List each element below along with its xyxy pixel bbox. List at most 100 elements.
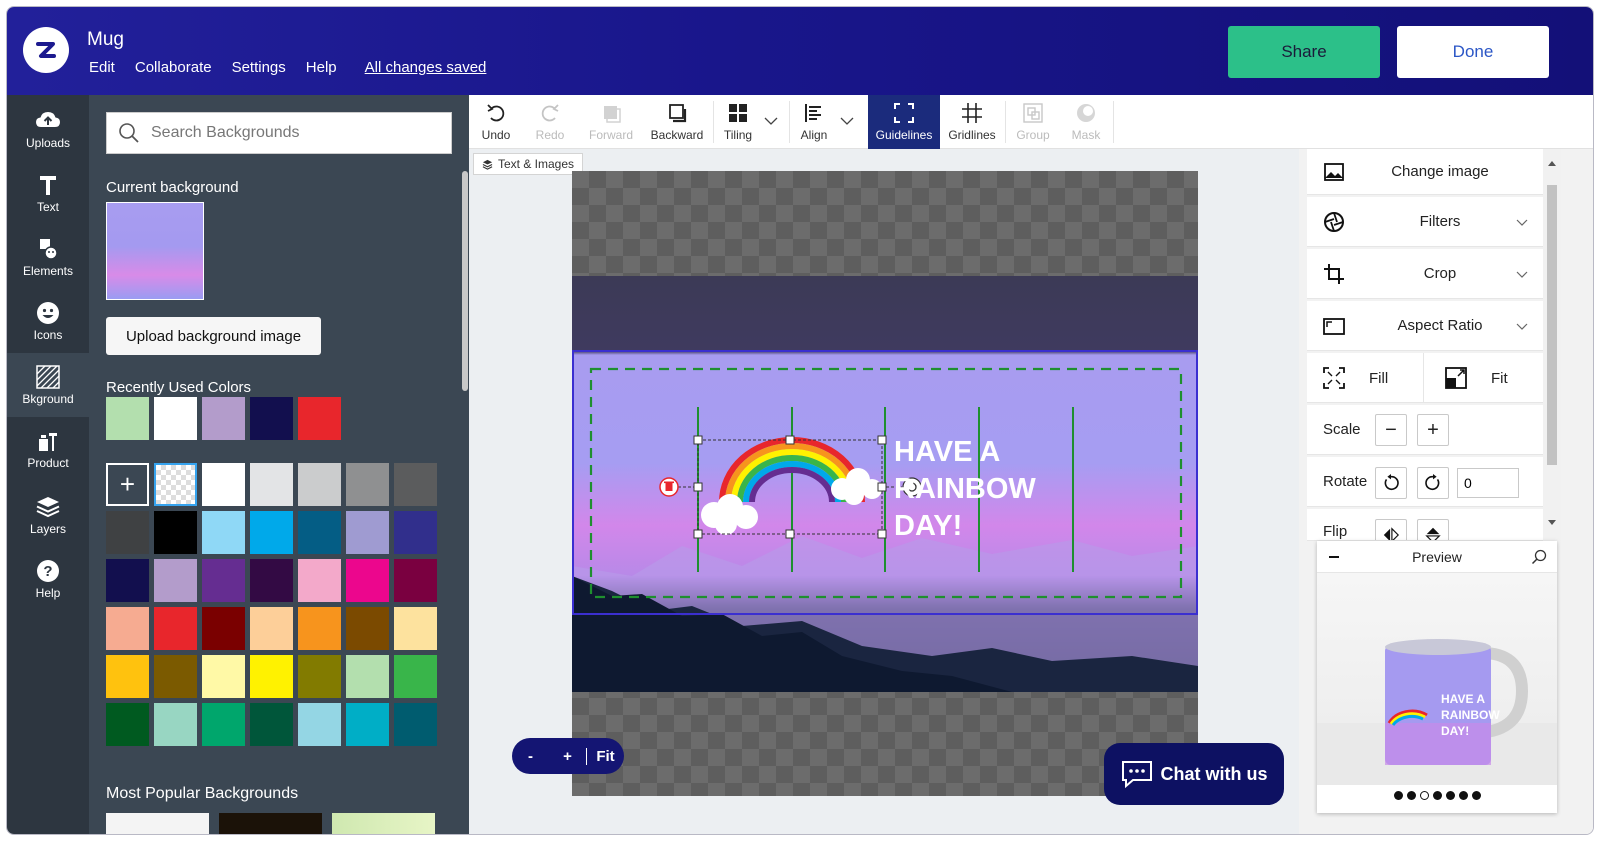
preview-dot[interactable] [1471,791,1481,800]
preview-dot[interactable] [1419,791,1429,800]
menu-help[interactable]: Help [306,59,337,76]
fill-button[interactable]: Fill [1307,353,1424,403]
chat-with-us-button[interactable]: Chat with us [1104,743,1284,805]
scroll-up-arrow-icon[interactable] [1543,157,1561,169]
palette-color-swatch[interactable] [154,655,197,698]
palette-color-swatch[interactable] [154,607,197,650]
palette-color-swatch[interactable] [298,655,341,698]
nav-uploads[interactable]: Uploads [7,97,89,161]
mask-button[interactable]: Mask [1061,95,1111,149]
palette-color-swatch[interactable] [106,655,149,698]
popular-background-thumb[interactable] [219,813,322,834]
preview-dot[interactable] [1406,791,1416,800]
delete-handle-icon[interactable] [659,477,679,497]
panel-scrollbar[interactable] [462,171,468,391]
palette-color-swatch[interactable] [106,559,149,602]
palette-color-swatch[interactable] [346,559,389,602]
scrollbar-thumb[interactable] [1547,185,1557,465]
palette-color-swatch[interactable] [202,655,245,698]
palette-color-swatch[interactable] [346,655,389,698]
search-backgrounds-input[interactable] [151,124,441,142]
filters-row[interactable]: Filters [1307,197,1543,247]
preview-dot[interactable] [1458,791,1468,800]
nav-help[interactable]: ? Help [7,547,89,611]
palette-color-swatch[interactable] [346,511,389,554]
crop-row[interactable]: Crop [1307,249,1543,299]
nav-background[interactable]: Bkground [7,353,89,417]
palette-color-swatch[interactable] [298,607,341,650]
change-image-row[interactable]: Change image [1307,149,1543,195]
preview-dot[interactable] [1432,791,1442,800]
zoom-icon[interactable] [1531,549,1547,565]
nav-text[interactable]: Text [7,161,89,225]
rotate-right-button[interactable] [1417,467,1449,499]
recent-color-swatch[interactable] [298,397,341,440]
palette-color-swatch[interactable] [250,607,293,650]
menu-edit[interactable]: Edit [89,59,115,76]
nav-elements[interactable]: Elements [7,225,89,289]
document-title[interactable]: Mug [87,29,124,51]
palette-color-swatch[interactable] [346,463,389,506]
popular-background-thumb[interactable] [106,813,209,834]
recent-color-swatch[interactable] [106,397,149,440]
palette-color-swatch[interactable] [106,607,149,650]
palette-color-swatch[interactable] [298,559,341,602]
scroll-down-arrow-icon[interactable] [1543,517,1561,529]
palette-color-swatch[interactable] [250,655,293,698]
guidelines-button[interactable]: Guidelines [868,95,940,149]
add-color-button[interactable]: + [106,463,149,506]
scale-minus-button[interactable]: − [1375,414,1407,446]
done-button[interactable]: Done [1397,26,1549,78]
upload-background-button[interactable]: Upload background image [106,317,321,355]
palette-color-swatch[interactable] [250,559,293,602]
tiling-dropdown-chevron-icon[interactable] [763,113,779,129]
palette-color-swatch[interactable] [106,511,149,554]
palette-color-swatch[interactable] [394,703,437,746]
menu-collaborate[interactable]: Collaborate [135,59,212,76]
zoom-in-button[interactable]: + [549,748,586,765]
nav-product[interactable]: Product [7,417,89,481]
tiling-button[interactable]: Tiling [715,95,761,149]
palette-color-swatch[interactable] [202,511,245,554]
zoom-fit-button[interactable]: Fit [586,747,624,765]
save-status-link[interactable]: All changes saved [365,59,487,76]
rotate-angle-input[interactable] [1457,468,1519,498]
bring-forward-button[interactable]: Forward [581,95,641,149]
collapse-minus-icon[interactable] [1327,550,1341,564]
undo-button[interactable]: Undo [469,95,523,149]
palette-color-swatch[interactable] [154,511,197,554]
palette-color-swatch[interactable] [202,703,245,746]
palette-color-swatch[interactable] [106,703,149,746]
nav-layers[interactable]: Layers [7,483,89,547]
mug-preview-image[interactable]: HAVE A RAINBOW DAY! [1317,573,1557,785]
palette-color-swatch[interactable] [298,511,341,554]
properties-scrollbar[interactable] [1543,149,1561,541]
aspect-ratio-row[interactable]: Aspect Ratio [1307,301,1543,351]
scale-plus-button[interactable]: + [1417,414,1449,446]
fit-button[interactable]: Fit [1425,353,1543,403]
palette-color-swatch[interactable] [298,463,341,506]
redo-button[interactable]: Redo [523,95,577,149]
menu-settings[interactable]: Settings [232,59,286,76]
flip-horizontal-button[interactable] [1375,519,1407,540]
popular-background-thumb[interactable] [332,813,435,834]
palette-color-swatch[interactable] [394,559,437,602]
recent-color-swatch[interactable] [202,397,245,440]
flip-vertical-button[interactable] [1417,519,1449,540]
gridlines-button[interactable]: Gridlines [942,95,1002,149]
preview-dot[interactable] [1393,791,1403,800]
palette-color-swatch[interactable] [394,511,437,554]
palette-color-swatch[interactable] [298,703,341,746]
palette-color-swatch[interactable] [346,607,389,650]
palette-color-swatch[interactable] [250,511,293,554]
send-backward-button[interactable]: Backward [645,95,709,149]
palette-color-swatch[interactable] [202,463,245,506]
transparent-swatch[interactable] [154,463,197,506]
nav-icons[interactable]: Icons [7,289,89,353]
palette-color-swatch[interactable] [250,703,293,746]
palette-color-swatch[interactable] [250,463,293,506]
palette-color-swatch[interactable] [202,559,245,602]
rotate-left-button[interactable] [1375,467,1407,499]
palette-color-swatch[interactable] [394,655,437,698]
current-background-thumbnail[interactable] [106,202,204,300]
